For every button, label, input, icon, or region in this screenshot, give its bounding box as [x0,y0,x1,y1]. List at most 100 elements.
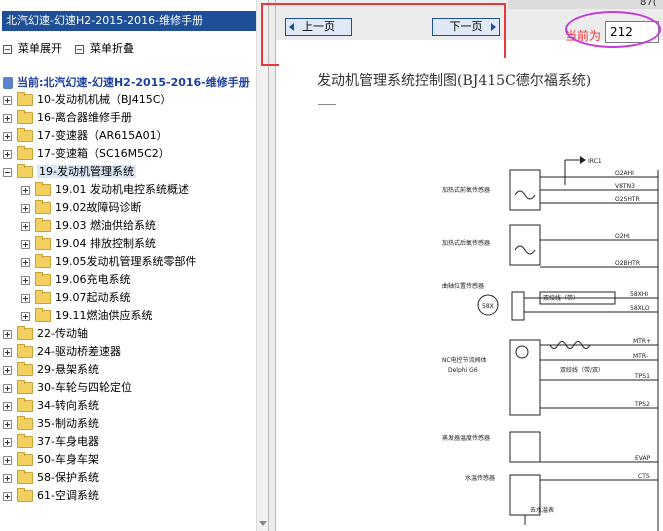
expand-node-icon[interactable] [3,491,12,501]
pin-58xlo: 58XLO [630,305,650,312]
book-icon [3,77,13,89]
next-page-button[interactable]: 下一页 [432,18,500,36]
expand-node-icon[interactable] [3,383,12,393]
page-label: 当前为 [565,29,602,43]
pin-o2bhtr: O2BHTR [615,260,640,267]
tree-item-label: 19.01 发动机电控系统概述 [55,183,189,196]
tree-item-label: 61-空调系统 [37,489,99,502]
coolant-label: 水温传感器 [465,474,495,482]
throttle-label-1: NC电控节流阀体 [442,356,487,364]
folder-icon [35,218,51,232]
tree-item[interactable]: 19.03 燃油供给系统 [21,217,156,234]
title-rule [318,104,336,105]
coolant-note: 去水温表 [530,506,554,514]
tree-item[interactable]: 19.06充电系统 [21,271,131,288]
expand-node-icon[interactable] [21,275,30,285]
tree-item[interactable]: 19.11燃油供应系统 [21,307,153,324]
expand-all-button[interactable]: 菜单展开 [3,40,62,56]
tree-item[interactable]: 10-发动机机械（BJ415C） [3,91,171,108]
expand-node-icon[interactable] [3,131,12,141]
expand-node-icon[interactable] [3,455,12,465]
expand-node-icon[interactable] [21,221,30,231]
tree-item[interactable]: 19.07起动系统 [21,289,131,306]
throttle-label-2: Delphi G6 [448,367,478,374]
tree-item-label: 19-发动机管理系统 [37,165,136,178]
pin-tps1: TPS1 [634,373,650,380]
tree-item[interactable]: 50-车身车架 [3,451,99,468]
manual-title-bar: 北汽幻速-幻速H2-2015-2016-维修手册 [2,11,268,31]
tree-item[interactable]: 17-变速器（AR615A01） [3,127,168,144]
folder-icon [35,200,51,214]
expand-node-icon[interactable] [3,437,12,447]
tree-item-label: 24-驱动桥差速器 [37,345,121,358]
post-o2-sensor [509,224,541,266]
tree-item-label: 19.07起动系统 [55,291,131,304]
tree-item[interactable]: 37-车身电器 [3,433,99,450]
tree-item[interactable]: 16-离合器维修手册 [3,109,132,126]
pin-evap: EVAP [635,455,651,462]
page-number-input[interactable] [605,21,659,43]
folder-icon [17,416,33,430]
folder-icon [35,254,51,268]
evap-sensor [509,431,541,463]
expand-node-icon[interactable] [3,419,12,429]
expand-node-icon[interactable] [3,401,12,411]
expand-node-icon[interactable] [21,239,30,249]
tree-item[interactable]: 19-发动机管理系统 [3,163,136,180]
expand-node-icon[interactable] [3,95,12,105]
scroll-down-icon[interactable] [259,521,267,526]
folder-icon [35,290,51,304]
folder-icon [17,110,33,124]
expand-node-icon[interactable] [21,203,30,213]
splitter[interactable] [268,0,276,531]
post-o2-label: 加热式后氧传感器 [442,239,490,247]
twisted-label: 双绞线（带/双） [560,366,604,374]
tree-item-label: 19.04 排放控制系统 [55,237,156,250]
tree-item-label: 19.02故障码诊断 [55,201,142,214]
tree-item[interactable]: 58-保护系统 [3,469,99,486]
collapse-node-icon[interactable] [3,167,12,177]
current-node[interactable]: 当前:北汽幻速-幻速H2-2015-2016-维修手册 [3,74,250,90]
prev-page-button[interactable]: 上一页 [285,18,352,36]
tree-item[interactable]: 19.05发动机管理系统零部件 [21,253,197,270]
tree-item-label: 29-悬架系统 [37,363,99,376]
collapse-all-button[interactable]: 菜单折叠 [75,40,134,56]
tree-item[interactable]: 19.01 发动机电控系统概述 [21,181,189,198]
collapse-icon [75,44,84,54]
expand-node-icon[interactable] [21,185,30,195]
tree-item[interactable]: 30-车轮与四轮定位 [3,379,132,396]
pin-v8tn3: V8TN3 [615,183,635,190]
tree-item[interactable]: 17-变速箱（SC16M5C2） [3,145,170,162]
expand-node-icon[interactable] [3,347,12,357]
tree-item[interactable]: 61-空调系统 [3,487,99,504]
expand-icon [3,44,12,54]
expand-node-icon[interactable] [3,113,12,123]
expand-node-icon[interactable] [21,257,30,267]
tree-item-label: 30-车轮与四轮定位 [37,381,132,394]
tree-item-label: 37-车身电器 [37,435,99,448]
expand-node-icon[interactable] [3,365,12,375]
folder-icon [35,182,51,196]
tree-item[interactable]: 34-转向系统 [3,397,99,414]
tree-item[interactable]: 22-传动轴 [3,325,88,342]
expand-node-icon[interactable] [3,329,12,339]
folder-icon [17,470,33,484]
left-panel: 北汽幻速-幻速H2-2015-2016-维修手册 菜单展开 菜单折叠 当前:北汽… [0,0,268,531]
tree-item-label: 58-保护系统 [37,471,99,484]
tree-item[interactable]: 35-制动系统 [3,415,99,432]
folder-icon [17,380,33,394]
folder-icon [35,272,51,286]
expand-node-icon[interactable] [21,311,30,321]
tree-item[interactable]: 19.02故障码诊断 [21,199,142,216]
folder-icon [17,326,33,340]
left-scrollbar[interactable] [256,0,268,531]
folder-icon [17,128,33,142]
tree-item[interactable]: 19.04 排放控制系统 [21,235,156,252]
pre-o2-label: 加热式前氧传感器 [442,186,490,194]
expand-node-icon[interactable] [3,473,12,483]
expand-node-icon[interactable] [3,149,12,159]
tree-item[interactable]: 29-悬架系统 [3,361,99,378]
tree-item[interactable]: 24-驱动桥差速器 [3,343,121,360]
tree-item-label: 16-离合器维修手册 [37,111,132,124]
expand-node-icon[interactable] [21,293,30,303]
